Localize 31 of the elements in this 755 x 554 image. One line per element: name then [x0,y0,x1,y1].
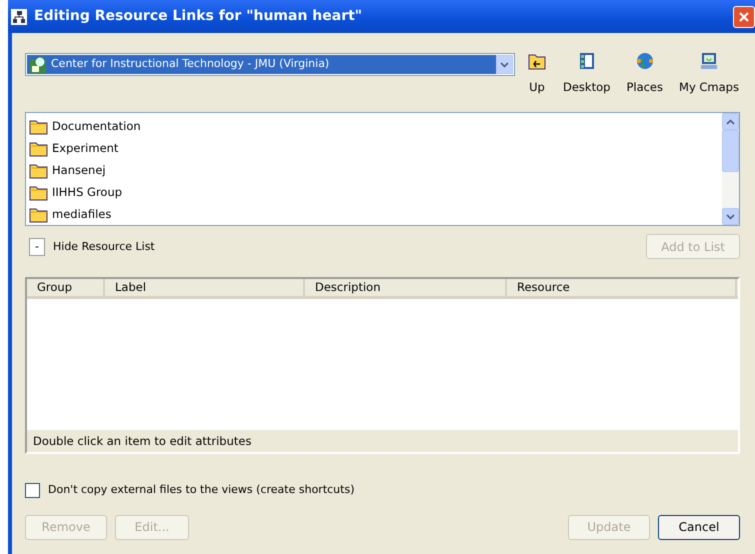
close-icon [738,11,750,24]
checkbox-label: Don't copy external files to the views (create shortcuts) [48,482,354,498]
nav-button[interactable]: Up [527,51,547,96]
collapse-button[interactable]: - [29,238,45,256]
computer-icon [699,51,719,71]
checkbox[interactable] [25,483,40,498]
scroll-down-icon [726,214,735,220]
folder-name[interactable]: mediafiles [52,206,112,223]
folder-name[interactable]: Hansenej [52,162,106,179]
nav-button[interactable]: My Cmaps [679,51,739,96]
dialog-button[interactable]: Cancel [658,514,740,540]
scroll-up-icon [726,118,735,125]
column-header[interactable]: Description [305,279,507,296]
app-icon [10,8,28,26]
nav-button[interactable]: Desktop [563,51,610,96]
window-title: Editing Resource Links for "human heart" [34,7,362,26]
folder-name[interactable]: IIHHS Group [52,184,122,201]
location-dropdown[interactable]: Center for Instructional Technology - JMU (Virginia) [25,53,515,76]
column-header[interactable]: Label [105,279,305,296]
column-header[interactable]: Group [27,279,105,296]
table-hint: Double click an item to edit attributes [32,432,252,450]
hide-resource-label: Hide Resource List [53,238,155,254]
nav-button[interactable]: Places [626,51,664,96]
folder-name[interactable]: Experiment [52,140,118,157]
server-icon [29,56,47,74]
column-header[interactable]: Resource [507,279,737,296]
scrollbar[interactable] [722,113,739,226]
caret-icon [500,62,509,68]
folder-name[interactable]: Documentation [52,118,141,135]
globe-icon [634,51,655,71]
close-button[interactable] [733,6,755,28]
